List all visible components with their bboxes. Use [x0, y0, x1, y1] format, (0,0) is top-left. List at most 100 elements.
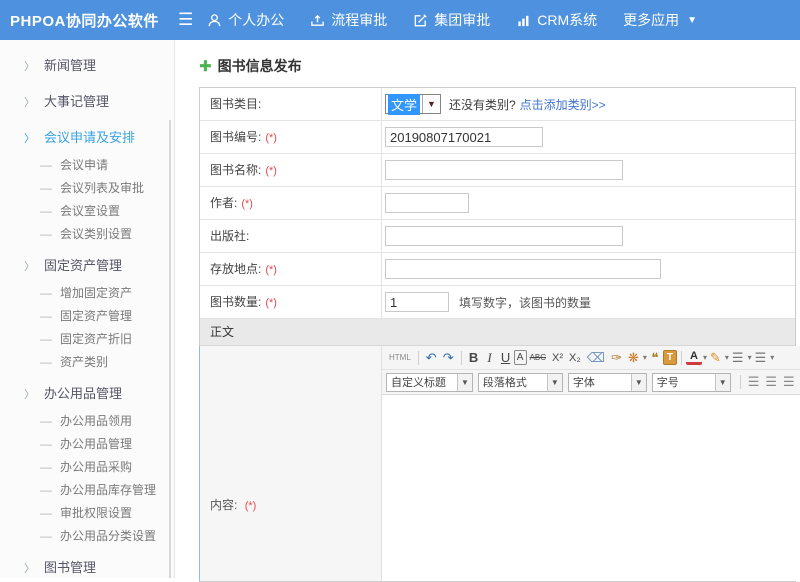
- unordered-list-button-caret-icon[interactable]: ▾: [770, 353, 774, 362]
- sidebar-group-3[interactable]: 〉会议申请及安排: [0, 122, 174, 154]
- sidebar-item[interactable]: —办公用品采购: [0, 456, 174, 479]
- field-label-text: 存放地点:: [210, 262, 261, 276]
- blockquote-button[interactable]: ❝: [647, 348, 663, 368]
- custom-title-select-label: 自定义标题: [387, 374, 457, 390]
- sidebar-group-2[interactable]: 〉大事记管理: [0, 86, 174, 118]
- sidebar-group-1[interactable]: 〉新闻管理: [0, 50, 174, 82]
- sidebar-item[interactable]: —办公用品管理: [0, 433, 174, 456]
- app-logo: PHPOA协同办公软件: [0, 10, 168, 31]
- ordered-list-button-caret-icon[interactable]: ▾: [748, 353, 752, 362]
- location-value: [382, 253, 795, 285]
- chart-icon: [516, 13, 531, 28]
- auto-typeset-button[interactable]: ❋: [625, 348, 642, 368]
- editor-content-area[interactable]: [382, 395, 800, 581]
- required-mark: (*): [245, 500, 257, 512]
- location-label: 存放地点:(*): [200, 253, 382, 285]
- highlight-color-button[interactable]: ✎: [707, 348, 724, 368]
- sidebar-item[interactable]: —办公用品分类设置: [0, 525, 174, 548]
- bold-button[interactable]: B: [466, 348, 482, 368]
- sidebar-item[interactable]: —固定资产折旧: [0, 328, 174, 351]
- book-number-input[interactable]: [385, 127, 543, 147]
- dash-icon: —: [40, 483, 52, 497]
- sidebar-item[interactable]: —固定资产管理: [0, 305, 174, 328]
- publisher-input[interactable]: [385, 226, 623, 246]
- subscript-button[interactable]: X₂: [566, 348, 584, 368]
- nav-group-approval[interactable]: 集团审批: [413, 10, 490, 30]
- required-mark: (*): [265, 165, 277, 177]
- select-caret-icon[interactable]: ▼: [715, 374, 730, 391]
- nav-crm-system[interactable]: CRM系统: [516, 10, 597, 30]
- sidebar-item[interactable]: —会议类别设置: [0, 223, 174, 246]
- sidebar-group-label: 办公用品管理: [44, 386, 122, 401]
- sidebar-group-5[interactable]: 〉办公用品管理: [0, 378, 174, 410]
- italic-button[interactable]: I: [482, 348, 498, 368]
- field-label-text: 图书名称:: [210, 163, 261, 177]
- dash-icon: —: [40, 181, 52, 195]
- sidebar-item[interactable]: —会议申请: [0, 154, 174, 177]
- nav-more-apps[interactable]: 更多应用 ▼: [623, 10, 697, 30]
- dash-icon: —: [40, 227, 52, 241]
- sidebar-item[interactable]: —会议列表及审批: [0, 177, 174, 200]
- font-color-button[interactable]: A: [686, 350, 702, 365]
- ordered-list-button[interactable]: ☰: [729, 348, 747, 368]
- sidebar-item[interactable]: —办公用品库存管理: [0, 479, 174, 502]
- strikethrough-button[interactable]: ABC: [527, 348, 549, 368]
- hamburger-menu-icon[interactable]: ☰: [168, 10, 207, 30]
- author-input[interactable]: [385, 193, 469, 213]
- sidebar-item[interactable]: —资产类别: [0, 351, 174, 374]
- redo-button[interactable]: ↷: [440, 348, 457, 368]
- toolbar-separator: [461, 351, 462, 365]
- editor-toolbar-row2: 自定义标题▼段落格式▼字体▼字号▼☰☰☰☰∞∞: [382, 370, 800, 395]
- quantity-value: 填写数字，该图书的数量: [382, 286, 795, 318]
- html-source-button[interactable]: HTML: [386, 348, 414, 368]
- bordered-text-button[interactable]: A: [514, 350, 527, 365]
- select-caret-icon[interactable]: ▼: [631, 374, 646, 391]
- plus-icon: ✚: [199, 57, 212, 75]
- field-label-text: 图书编号:: [210, 130, 261, 144]
- paste-button[interactable]: T: [663, 350, 677, 365]
- form-row-content: 内容: (*) HTML↶↷BIUAABCX²X₂⌫✑❋▾❝TA▾✎▾☰▾☰▾ …: [199, 346, 795, 581]
- eraser-button[interactable]: ⌫: [584, 348, 608, 368]
- sidebar-item-label: 增加固定资产: [60, 286, 132, 300]
- custom-title-select[interactable]: 自定义标题▼: [386, 373, 473, 392]
- quantity-input[interactable]: [385, 292, 449, 312]
- chevron-right-icon: 〉: [24, 563, 35, 575]
- sidebar-item[interactable]: —办公用品领用: [0, 410, 174, 433]
- category-label: 图书类目:: [200, 88, 382, 120]
- person-icon: [207, 13, 222, 28]
- sidebar-group-6[interactable]: 〉图书管理: [0, 552, 174, 578]
- align-center-button[interactable]: ☰: [762, 372, 780, 392]
- sidebar-item[interactable]: —审批权限设置: [0, 502, 174, 525]
- unordered-list-button[interactable]: ☰: [752, 348, 770, 368]
- field-label-text: 图书数量:: [210, 295, 261, 309]
- nav-personal-office[interactable]: 个人办公: [207, 10, 284, 30]
- nav-workflow-approval[interactable]: 流程审批: [310, 10, 387, 30]
- underline-button[interactable]: U: [498, 348, 514, 368]
- sidebar-item[interactable]: —增加固定资产: [0, 282, 174, 305]
- body-section-header: 正文: [200, 319, 795, 346]
- chevron-right-icon: 〉: [24, 389, 35, 401]
- book-name-input[interactable]: [385, 160, 623, 180]
- sidebar-item[interactable]: —会议室设置: [0, 200, 174, 223]
- select-caret-icon[interactable]: ▼: [547, 374, 562, 391]
- select-caret-icon[interactable]: ▼: [422, 95, 440, 113]
- location-input[interactable]: [385, 259, 661, 279]
- category-select[interactable]: 文学 ▼: [385, 94, 441, 114]
- form-row-quantity: 图书数量:(*)填写数字，该图书的数量: [200, 286, 795, 319]
- remove-format-button[interactable]: ✑: [608, 348, 625, 368]
- align-right-button[interactable]: ☰: [780, 372, 798, 392]
- sidebar-group-4[interactable]: 〉固定资产管理: [0, 250, 174, 282]
- sidebar-group-label: 会议申请及安排: [44, 130, 135, 145]
- sidebar-group-label: 固定资产管理: [44, 258, 122, 273]
- undo-button[interactable]: ↶: [423, 348, 440, 368]
- sidebar-group-label: 新闻管理: [44, 58, 96, 73]
- category-selected-value: 文学: [388, 94, 420, 115]
- select-caret-icon[interactable]: ▼: [457, 374, 472, 391]
- superscript-button[interactable]: X²: [549, 348, 566, 368]
- font-size-select[interactable]: 字号▼: [652, 373, 731, 392]
- font-family-select[interactable]: 字体▼: [568, 373, 647, 392]
- sidebar-scrollbar[interactable]: [169, 120, 171, 578]
- paragraph-format-select[interactable]: 段落格式▼: [478, 373, 563, 392]
- add-category-link[interactable]: 点击添加类别>>: [520, 96, 606, 113]
- align-left-button[interactable]: ☰: [745, 372, 763, 392]
